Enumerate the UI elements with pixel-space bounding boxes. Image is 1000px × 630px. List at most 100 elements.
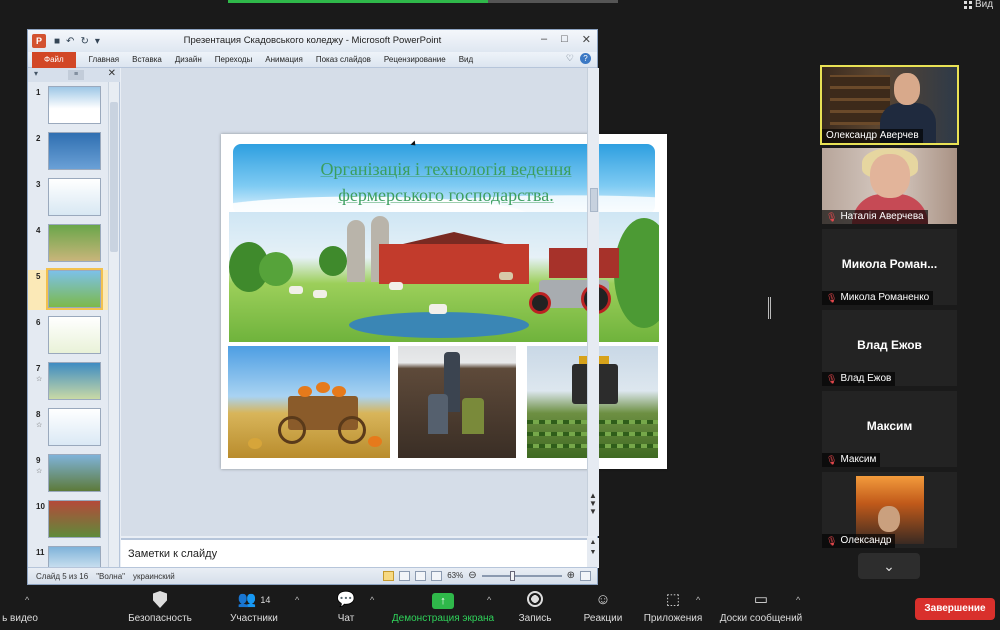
theme-name: "Волна" [96, 571, 126, 581]
video-button[interactable]: ь видео [0, 591, 40, 624]
slide-thumbnail[interactable]: 1 [28, 86, 108, 126]
tab-design[interactable]: Дизайн [175, 55, 202, 64]
fit-slide-button[interactable] [580, 570, 591, 581]
zoom-out-icon[interactable]: ⊖ [468, 570, 476, 581]
participants-caret-icon[interactable]: ^ [295, 595, 299, 605]
animation-star-icon: ☆ [36, 422, 43, 429]
ppt-window-title: Презентация Скадовського коледжу - Micro… [183, 35, 442, 46]
view-button[interactable]: Вид [964, 0, 993, 10]
language-indicator[interactable]: украинский [133, 572, 175, 581]
ribbon-collapse-icon[interactable]: ♡ [566, 53, 574, 64]
slideshow-view-button[interactable] [431, 570, 443, 581]
video-icon [0, 591, 40, 609]
shield-icon [153, 591, 167, 608]
tab-animation[interactable]: Анимация [265, 55, 303, 64]
apps-caret-icon[interactable]: ^ [696, 595, 700, 605]
participant-tile[interactable]: 🎙 Наталія Аверчева [822, 148, 957, 224]
ppt-status-bar: Слайд 5 из 16 "Волна" украинский 63% ⊖ ⊕ [28, 567, 597, 584]
slide-thumbnail-preview [48, 454, 101, 492]
tab-file[interactable]: Файл [32, 51, 76, 68]
participant-tile[interactable]: Олександр Аверчев [820, 65, 959, 145]
slide-vertical-scrollbar[interactable]: ▲ ▼ ▼ [587, 68, 599, 536]
end-meeting-button[interactable]: Завершение [915, 598, 995, 620]
zoom-in-icon[interactable]: ⊕ [567, 570, 575, 581]
pane-close-icon[interactable]: ✕ [108, 68, 116, 79]
panel-resize-handle[interactable] [768, 297, 771, 319]
tab-slideshow[interactable]: Показ слайдов [316, 55, 371, 64]
slide-thumbnail[interactable]: 7 ☆ [28, 362, 108, 402]
normal-view-button[interactable] [383, 570, 395, 581]
animation-star-icon: ☆ [36, 376, 43, 383]
tab-review[interactable]: Рецензирование [384, 55, 446, 64]
tab-insert[interactable]: Вставка [132, 55, 162, 64]
close-icon[interactable]: ✕ [582, 33, 591, 46]
notes-placeholder: Заметки к слайду [128, 548, 218, 560]
slide-thumbnail[interactable]: 5 [28, 268, 108, 310]
slide-thumbnail-number: 8 [36, 410, 41, 419]
slide-thumbnail-number: 11 [36, 548, 45, 557]
participant-display-name: Микола Роман... [841, 257, 938, 271]
slide-thumbnail[interactable]: 6 [28, 316, 108, 356]
tab-view[interactable]: Вид [459, 55, 473, 64]
participants-icon: 👥 [237, 591, 257, 608]
ppt-body: ▾ ≡ ✕ 1 2 3 4 5 6 7 ☆ 8 ☆ 9 ☆ 10 11 Організація і тех… [28, 68, 667, 584]
outline-tab-icon[interactable]: ≡ [68, 70, 84, 80]
slide-thumbnail[interactable]: 2 [28, 132, 108, 172]
slide-thumbnail-number: 3 [36, 180, 41, 189]
mic-muted-icon: 🎙 [826, 536, 838, 546]
security-button[interactable]: Безопасность [122, 591, 198, 624]
slide-thumbnail[interactable]: 3 [28, 178, 108, 218]
participant-tile[interactable]: Микола Роман... 🎙 Микола Романенко [822, 229, 957, 305]
ppt-ribbon-tabs: Файл Главная Вставка Дизайн Переходы Ани… [28, 51, 597, 68]
slide-thumbnail-preview [48, 316, 101, 354]
participant-tile[interactable]: 🎙 Олександр [822, 472, 957, 548]
participants-button[interactable]: 👥 14 Участники [222, 591, 286, 624]
whiteboard-button[interactable]: ▭ Доски сообщений [716, 591, 806, 624]
notes-pane[interactable]: Заметки к слайду [121, 538, 587, 568]
maximize-icon[interactable]: □ [561, 33, 568, 46]
zoom-slider-knob[interactable] [509, 570, 515, 581]
tab-home[interactable]: Главная [89, 55, 119, 64]
mic-muted-icon: 🎙 [826, 212, 838, 222]
zoom-level[interactable]: 63% [447, 571, 463, 580]
slide-thumbnail[interactable]: 10 [28, 500, 108, 540]
prev-next-slide-arrows[interactable]: ▲ ▼ ▼ [589, 492, 597, 516]
reading-view-button[interactable] [415, 570, 427, 581]
thumbnails-scroll-thumb[interactable] [110, 102, 118, 252]
thumbnails-scrollbar[interactable] [108, 82, 119, 568]
pane-menu-icon[interactable]: ▾ [34, 69, 38, 78]
share-arrow-up-icon: ↑ [432, 593, 454, 609]
slide-thumbnail[interactable]: 9 ☆ [28, 454, 108, 494]
chat-caret-icon[interactable]: ^ [370, 595, 374, 605]
participant-tile[interactable]: Максим 🎙 Максим [822, 391, 957, 467]
slide-thumbnail-preview [48, 86, 101, 124]
tab-transitions[interactable]: Переходы [215, 55, 253, 64]
participant-name-label: 🎙 Наталія Аверчева [822, 210, 928, 224]
share-caret-icon[interactable]: ^ [487, 595, 491, 605]
zoom-slider[interactable] [481, 570, 562, 581]
sorter-view-button[interactable] [399, 570, 411, 581]
participant-name-label: 🎙 Максим [822, 453, 881, 467]
zoom-meeting-window: Вид P ■ ↶ ↻ ▾ Презентация Скадовського к… [0, 0, 1000, 630]
slide-thumbnail[interactable]: 4 [28, 224, 108, 264]
help-icon[interactable]: ? [580, 53, 591, 64]
whiteboard-icon: ▭ [753, 591, 769, 608]
grid-icon [964, 1, 972, 9]
slide-title[interactable]: Організація і технологія ведення фермерс… [261, 156, 631, 208]
notes-scrollbar[interactable]: ▲ ▼ [587, 538, 599, 568]
slide-thumbnail-number: 9 [36, 456, 41, 465]
pumpkin-cart-photo [228, 346, 390, 458]
whiteboard-caret-icon[interactable]: ^ [796, 595, 800, 605]
more-participants-chevron-down-icon[interactable]: ⌄ [858, 553, 920, 579]
participant-tile[interactable]: Влад Ежов 🎙 Влад Ежов [822, 310, 957, 386]
participant-name-label: 🎙 Влад Ежов [822, 372, 896, 386]
share-screen-button[interactable]: ↑ Демонстрация экрана [388, 591, 498, 624]
chat-button[interactable]: 💬 Чат [330, 591, 362, 624]
meeting-toolbar: ^ ь видео Безопасность 👥 14 Участники ^ … [0, 585, 1000, 630]
record-button[interactable]: Запись [514, 591, 556, 624]
reactions-button[interactable]: ☺ Реакции [580, 591, 626, 624]
slide-thumbnail[interactable]: 8 ☆ [28, 408, 108, 448]
current-slide[interactable]: Організація і технологія ведення фермерс… [221, 134, 667, 469]
minimize-icon[interactable]: – [541, 33, 547, 46]
slide-thumbnail-preview [48, 500, 101, 538]
